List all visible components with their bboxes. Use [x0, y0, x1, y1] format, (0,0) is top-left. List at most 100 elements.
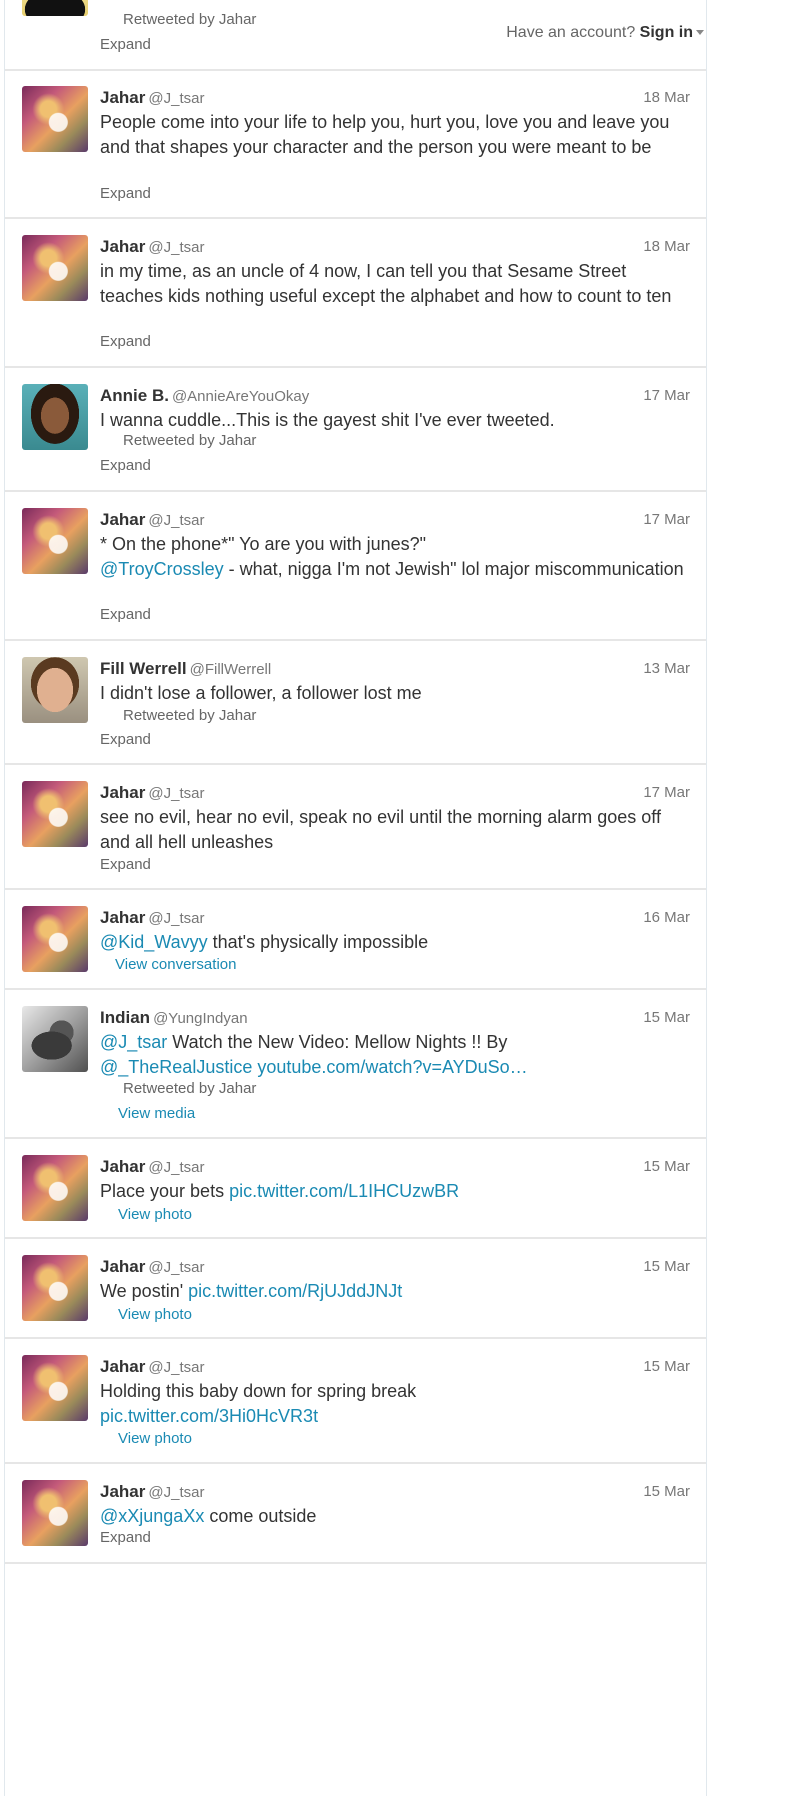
chevron-down-icon[interactable] [696, 30, 704, 36]
tweet-fullname[interactable]: Jahar [100, 1482, 145, 1501]
avatar[interactable] [22, 384, 88, 450]
tweet-fullname[interactable]: Annie B. [100, 386, 169, 405]
tweet-item[interactable]: Jahar @J_tsar 15 Mar Holding this baby do… [5, 1339, 706, 1464]
tweet-username[interactable]: @AnnieAreYouOkay [172, 388, 309, 405]
tweet-username[interactable]: @FillWerrell [190, 661, 272, 678]
mention-link[interactable]: @xXjungaXx [100, 1506, 204, 1526]
tweet-item[interactable]: Jahar @J_tsar 17 Mar see no evil, hear no… [5, 765, 706, 890]
avatar[interactable] [22, 1006, 88, 1072]
tweet-text: @J_tsar Watch the New Video: Mellow Nigh… [100, 1030, 690, 1079]
tweet-username[interactable]: @YungIndyan [153, 1010, 247, 1027]
avatar[interactable] [22, 235, 88, 301]
tweet-timestamp[interactable]: 17 Mar [643, 509, 690, 531]
tweet-text: in my time, as an uncle of 4 now, I can … [100, 261, 672, 306]
expand-link[interactable]: Expand [100, 606, 151, 623]
tweet-timestamp[interactable]: 18 Mar [643, 87, 690, 109]
photo-link[interactable]: pic.twitter.com/L1IHCUzwBR [229, 1181, 459, 1201]
tweet-timestamp[interactable]: 17 Mar [643, 385, 690, 407]
tweet-fullname[interactable]: Indian [100, 1008, 150, 1027]
avatar[interactable] [22, 1480, 88, 1546]
tweet-username[interactable]: @J_tsar [148, 1159, 204, 1176]
tweet-username[interactable]: @J_tsar [148, 1259, 204, 1276]
expand-link[interactable]: Expand [100, 856, 151, 873]
avatar[interactable] [22, 906, 88, 972]
tweet-item[interactable]: Jahar @J_tsar 17 Mar * On the phone*" Yo … [5, 492, 706, 641]
tweet-item[interactable]: Jahar @J_tsar 16 Mar @Kid_Wavyy that's ph… [5, 890, 706, 990]
tweet-text-part: - what, nigga I'm not Jewish" lol major … [223, 558, 684, 579]
photo-link[interactable]: pic.twitter.com/3Hi0HcVR3t [100, 1406, 318, 1426]
tweet-fullname[interactable]: Jahar [100, 783, 145, 802]
avatar[interactable] [22, 1255, 88, 1321]
url-link[interactable]: youtube.com/watch?v=AYDuSo… [257, 1057, 527, 1077]
expand-link[interactable]: Expand [100, 185, 151, 202]
tweet-timestamp[interactable]: 15 Mar [643, 1007, 690, 1029]
tweet-fullname[interactable]: Jahar [100, 1157, 145, 1176]
tweet-text: @xXjungaXx come outside [100, 1504, 690, 1529]
mention-link[interactable]: @TroyCrossley [100, 559, 224, 579]
tweet-item[interactable]: Jahar @J_tsar 15 Mar @xXjungaXx come outs… [5, 1464, 706, 1564]
mention-link[interactable]: @_TheRealJustice [100, 1057, 252, 1077]
tweet-fullname[interactable]: Fill Werrell [100, 659, 187, 678]
view-conversation-link[interactable]: View conversation [115, 956, 236, 973]
avatar[interactable] [22, 508, 88, 574]
tweet-username[interactable]: @J_tsar [148, 910, 204, 927]
view-media-link[interactable]: View media [118, 1105, 195, 1122]
expand-link[interactable]: Expand [100, 36, 151, 53]
tweet-username[interactable]: @J_tsar [148, 90, 204, 107]
expand-link[interactable]: Expand [100, 731, 151, 748]
tweet-timestamp[interactable]: 15 Mar [643, 1356, 690, 1378]
avatar[interactable] [22, 86, 88, 152]
tweet-timestamp[interactable]: 15 Mar [643, 1156, 690, 1178]
retweeted-by-label: Retweeted by Jahar [123, 1080, 257, 1097]
tweet-username[interactable]: @J_tsar [148, 1359, 204, 1376]
tweet-username[interactable]: @J_tsar [148, 1484, 204, 1501]
tweet-text-part: Place your bets [100, 1181, 230, 1201]
tweet-fullname[interactable]: Jahar [100, 1357, 145, 1376]
retweeted-by-label: Retweeted by Jahar [123, 11, 257, 28]
tweet-item[interactable]: Jahar @J_tsar 18 Mar in my time, as an un… [5, 219, 706, 368]
tweet-item[interactable]: Fill Werrell @FillWerrell 13 Mar I didn't… [5, 641, 706, 765]
tweet-text: I didn't lose a follower, a follower los… [100, 683, 422, 703]
tweet-username[interactable]: @J_tsar [148, 239, 204, 256]
tweet-item[interactable]: Annie B. @AnnieAreYouOkay 17 Mar I wanna … [5, 368, 706, 492]
tweet-item[interactable]: Jahar @J_tsar 15 Mar Place your bets pic.… [5, 1139, 706, 1239]
avatar[interactable] [22, 657, 88, 723]
avatar[interactable] [22, 1355, 88, 1421]
view-photo-link[interactable]: View photo [118, 1206, 192, 1223]
tweet-fullname[interactable]: Jahar [100, 237, 145, 256]
tweet-item[interactable]: Jahar @J_tsar 18 Mar People come into you… [5, 70, 706, 219]
tweet-text-part: come outside [204, 1506, 317, 1526]
tweet-fullname[interactable]: Jahar [100, 88, 145, 107]
tweet-timestamp[interactable]: 15 Mar [643, 1481, 690, 1503]
tweet-text: * On the phone*" Yo are you with junes?"… [100, 532, 690, 581]
retweeted-by-label: Retweeted by Jahar [123, 432, 257, 449]
tweet-timestamp[interactable]: 16 Mar [643, 907, 690, 929]
tweet-username[interactable]: @J_tsar [148, 512, 204, 529]
avatar[interactable] [22, 1155, 88, 1221]
tweet-text: @Kid_Wavyy that's physically impossible [100, 930, 690, 955]
mention-link[interactable]: @Kid_Wavyy [100, 932, 208, 952]
tweet-timestamp[interactable]: 15 Mar [643, 1256, 690, 1278]
tweet-fullname[interactable]: Jahar [100, 510, 145, 529]
avatar[interactable] [22, 781, 88, 847]
view-photo-link[interactable]: View photo [118, 1430, 192, 1447]
sign-in-link[interactable]: Sign in [640, 24, 693, 41]
photo-link[interactable]: pic.twitter.com/RjUJddJNJt [188, 1281, 402, 1301]
expand-link[interactable]: Expand [100, 457, 151, 474]
avatar[interactable] [22, 0, 88, 16]
tweet-timestamp[interactable]: 18 Mar [643, 236, 690, 258]
tweet-text-part: that's physically impossible [207, 932, 429, 952]
tweet-fullname[interactable]: Jahar [100, 1257, 145, 1276]
tweet-timestamp[interactable]: 13 Mar [643, 658, 690, 680]
tweet-timestamp[interactable]: 17 Mar [643, 782, 690, 804]
expand-link[interactable]: Expand [100, 333, 151, 350]
tweet-text: People come into your life to help you, … [100, 112, 670, 157]
mention-link[interactable]: @J_tsar [100, 1032, 167, 1052]
expand-link[interactable]: Expand [100, 1529, 151, 1546]
tweet-fullname[interactable]: Jahar [100, 908, 145, 927]
tweet-item[interactable]: Indian @YungIndyan 15 Mar @J_tsar Watch t… [5, 990, 706, 1139]
tweet-username[interactable]: @J_tsar [148, 785, 204, 802]
tweet-item[interactable]: Jahar @J_tsar 15 Mar We postin' pic.twitt… [5, 1239, 706, 1339]
tweet-text-part: Holding this baby down for spring break [100, 1381, 417, 1401]
view-photo-link[interactable]: View photo [118, 1306, 192, 1323]
